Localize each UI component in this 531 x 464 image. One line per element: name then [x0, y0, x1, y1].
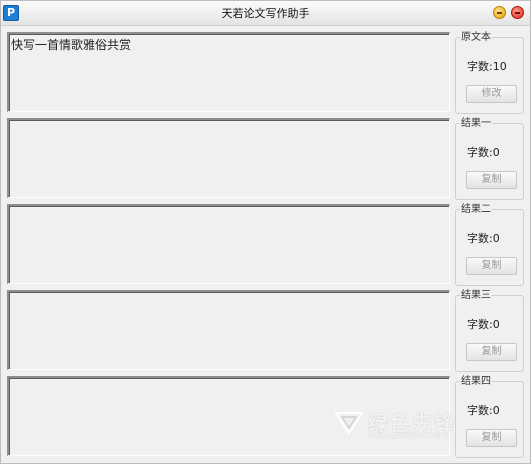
copy-result2-button[interactable]: 复制: [466, 257, 517, 275]
char-count: 字数:0: [467, 232, 500, 245]
close-button[interactable]: [511, 6, 524, 19]
result1-text-area[interactable]: [7, 118, 450, 198]
original-text-panel: 原文本 字数:10 修改: [455, 31, 524, 114]
panel-legend: 结果三: [460, 289, 492, 302]
minimize-icon: [497, 12, 502, 14]
result1-panel: 结果一 字数:0 复制: [455, 117, 524, 200]
panel-legend: 原文本: [460, 31, 492, 44]
char-count: 字数:0: [467, 404, 500, 417]
title-bar[interactable]: P 天若论文写作助手: [1, 1, 530, 26]
modify-button[interactable]: 修改: [466, 85, 517, 103]
panel-legend: 结果四: [460, 375, 492, 388]
panel-legend: 结果二: [460, 203, 492, 216]
result2-panel: 结果二 字数:0 复制: [455, 203, 524, 286]
result2-text-area[interactable]: [7, 204, 450, 284]
char-count: 字数:10: [467, 60, 507, 73]
result3-panel: 结果三 字数:0 复制: [455, 289, 524, 372]
original-text-area[interactable]: 快写一首情歌雅俗共赏: [7, 32, 450, 112]
char-count: 字数:0: [467, 318, 500, 331]
copy-result4-button[interactable]: 复制: [466, 429, 517, 447]
close-icon: [515, 12, 520, 14]
copy-result1-button[interactable]: 复制: [466, 171, 517, 189]
app-window: P 天若论文写作助手 快写一首情歌雅俗共赏 原文本 字数:10 修改 结果一 字…: [0, 0, 531, 464]
char-count: 字数:0: [467, 146, 500, 159]
minimize-button[interactable]: [493, 6, 506, 19]
panel-legend: 结果一: [460, 117, 492, 130]
copy-result3-button[interactable]: 复制: [466, 343, 517, 361]
result4-text-area[interactable]: [7, 376, 450, 456]
result4-panel: 结果四 字数:0 复制: [455, 375, 524, 458]
result3-text-area[interactable]: [7, 290, 450, 370]
window-title: 天若论文写作助手: [221, 7, 310, 20]
